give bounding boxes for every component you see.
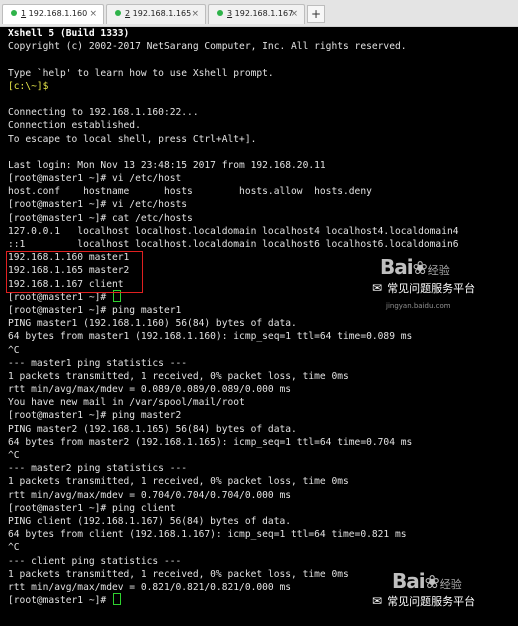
terminal-line-text: [root@master1 ~]# cat /etc/hosts <box>8 212 193 224</box>
terminal-line: [c:\~]$ <box>8 80 459 93</box>
terminal-line-text: You have new mail in /var/spool/mail/roo… <box>8 397 245 409</box>
terminal-line-text: [root@master1 ~]# <box>8 291 112 303</box>
terminal-line-text: --- client ping statistics --- <box>8 555 182 567</box>
terminal-line-text: Copyright (c) 2002-2017 NetSarang Comput… <box>8 41 407 53</box>
terminal-line-text: ^C <box>8 344 20 356</box>
terminal-line-text: rtt min/avg/max/mdev = 0.704/0.704/0.704… <box>8 489 292 501</box>
terminal-line-text: --- master2 ping statistics --- <box>8 463 188 475</box>
terminal-line: Connection established. <box>8 119 459 132</box>
terminal-line-text: [root@master1 ~]# vi /etc/host <box>8 173 182 185</box>
chat-bubble-icon: ✉ <box>372 281 383 295</box>
terminal-line-text: [c:\~]$ <box>8 80 49 92</box>
status-dot-icon <box>115 10 121 16</box>
chat-bubble-icon: ✉ <box>372 594 383 608</box>
terminal-output[interactable]: Xshell 5 (Build 1333) Copyright (c) 2002-… <box>0 27 518 626</box>
terminal-line: Copyright (c) 2002-2017 NetSarang Comput… <box>8 40 459 53</box>
terminal-line: To escape to local shell, press Ctrl+Alt… <box>8 133 459 146</box>
terminal-line-text: Xshell 5 (Build 1333) <box>8 28 130 39</box>
terminal-line: PING master2 (192.168.1.165) 56(84) byte… <box>8 423 459 436</box>
terminal-line: Last login: Mon Nov 13 23:48:15 2017 fro… <box>8 159 459 172</box>
terminal-line-text: PING master1 (192.168.1.160) 56(84) byte… <box>8 318 297 330</box>
terminal-line: 64 bytes from master1 (192.168.1.160): i… <box>8 330 459 343</box>
terminal-line: [root@master1 ~]# vi /etc/host <box>8 172 459 185</box>
terminal-line-text: host.conf hostname hosts hosts.allow hos… <box>8 186 372 198</box>
terminal-line: rtt min/avg/max/mdev = 0.704/0.704/0.704… <box>8 489 459 502</box>
terminal-line: PING client (192.168.1.167) 56(84) bytes… <box>8 515 459 528</box>
terminal-line: ^C <box>8 449 459 462</box>
terminal-line-text: 64 bytes from client (192.168.1.167): ic… <box>8 529 407 541</box>
terminal-line-text: 1 packets transmitted, 1 received, 0% pa… <box>8 370 349 382</box>
terminal-line-text: Last login: Mon Nov 13 23:48:15 2017 fro… <box>8 159 326 171</box>
terminal-line: [root@master1 ~]# vi /etc/hosts <box>8 198 459 211</box>
terminal-line-text: 1 packets transmitted, 1 received, 0% pa… <box>8 476 349 488</box>
terminal-line: rtt min/avg/max/mdev = 0.089/0.089/0.089… <box>8 383 459 396</box>
watermark-top: Bai❀经验 <box>380 255 450 279</box>
terminal-line-text: 127.0.0.1 localhost localhost.localdomai… <box>8 225 459 237</box>
watermark-top-site: jingyan.baidu.com <box>386 302 451 310</box>
terminal-line-text: 1 packets transmitted, 1 received, 0% pa… <box>8 568 349 580</box>
watermark-bottom-caption: ✉ 常见问题服务平台 <box>372 594 476 608</box>
terminal-line: Type `help' to learn how to use Xshell p… <box>8 67 459 80</box>
terminal-line-text: Type `help' to learn how to use Xshell p… <box>8 67 274 79</box>
status-dot-icon <box>11 10 17 16</box>
terminal-line-text: [root@master1 ~]# vi /etc/hosts <box>8 199 188 211</box>
terminal-line-text: [root@master1 ~]# <box>8 595 112 607</box>
terminal-line-text: 64 bytes from master1 (192.168.1.160): i… <box>8 331 413 343</box>
close-icon[interactable]: × <box>290 5 298 23</box>
terminal-line-text: Connecting to 192.168.1.160:22... <box>8 107 199 119</box>
terminal-line: --- master2 ping statistics --- <box>8 462 459 475</box>
terminal-line: 127.0.0.1 localhost localhost.localdomai… <box>8 225 459 238</box>
terminal-line: You have new mail in /var/spool/mail/roo… <box>8 396 459 409</box>
close-icon[interactable]: × <box>89 5 97 23</box>
terminal-line-text: [root@master1 ~]# ping client <box>8 502 176 514</box>
terminal-line-text: [root@master1 ~]# ping master1 <box>8 304 182 316</box>
terminal-line-text: 64 bytes from master2 (192.168.1.165): i… <box>8 436 413 448</box>
terminal-line: Connecting to 192.168.1.160:22... <box>8 106 459 119</box>
terminal-line: 64 bytes from master2 (192.168.1.165): i… <box>8 436 459 449</box>
terminal-line: 64 bytes from client (192.168.1.167): ic… <box>8 528 459 541</box>
close-icon[interactable]: × <box>191 5 199 23</box>
terminal-line: --- client ping statistics --- <box>8 555 459 568</box>
terminal-line-text: rtt min/avg/max/mdev = 0.089/0.089/0.089… <box>8 384 292 396</box>
terminal-line: Xshell 5 (Build 1333) <box>8 27 459 40</box>
terminal-line: [root@master1 ~]# ping client <box>8 502 459 515</box>
terminal-line: 1 packets transmitted, 1 received, 0% pa… <box>8 370 459 383</box>
terminal-lines: Xshell 5 (Build 1333) Copyright (c) 2002-… <box>8 27 459 607</box>
terminal-line-text: rtt min/avg/max/mdev = 0.821/0.821/0.821… <box>8 581 292 593</box>
terminal-line-text: PING client (192.168.1.167) 56(84) bytes… <box>8 515 292 527</box>
terminal-line: 1 packets transmitted, 1 received, 0% pa… <box>8 568 459 581</box>
paw-icon: ❀ <box>412 258 428 279</box>
terminal-line: 1 packets transmitted, 1 received, 0% pa… <box>8 475 459 488</box>
terminal-line-text: PING master2 (192.168.1.165) 56(84) byte… <box>8 423 297 435</box>
terminal-line-text: ^C <box>8 542 20 554</box>
session-tab-2[interactable]: 2 192.168.1.165 × <box>106 4 206 24</box>
terminal-line: [root@master1 ~]# cat /etc/hosts <box>8 212 459 225</box>
cursor-icon <box>112 593 121 606</box>
session-tab-3[interactable]: 3 192.168.1.167 × <box>208 4 305 24</box>
tab-bar: 1 192.168.1.160 × 2 192.168.1.165 × 3 19… <box>0 0 518 27</box>
terminal-line-text: Connection established. <box>8 120 141 132</box>
terminal-line-text: To escape to local shell, press Ctrl+Alt… <box>8 133 257 145</box>
terminal-line: ^C <box>8 541 459 554</box>
session-tab-1[interactable]: 1 192.168.1.160 × <box>2 4 104 24</box>
terminal-line-text: --- master1 ping statistics --- <box>8 357 188 369</box>
terminal-line: ::1 localhost localhost.localdomain loca… <box>8 238 459 251</box>
terminal-line: [root@master1 ~]# ping master2 <box>8 409 459 422</box>
terminal-line: PING master1 (192.168.1.160) 56(84) byte… <box>8 317 459 330</box>
terminal-line-text: ::1 localhost localhost.localdomain loca… <box>8 239 459 250</box>
status-dot-icon <box>217 10 223 16</box>
terminal-line: ^C <box>8 344 459 357</box>
add-tab-button[interactable]: + <box>307 5 325 23</box>
terminal-line: --- master1 ping statistics --- <box>8 357 459 370</box>
terminal-line: host.conf hostname hosts hosts.allow hos… <box>8 185 459 198</box>
terminal-line-text: ^C <box>8 450 20 461</box>
terminal-line-text: [root@master1 ~]# ping master2 <box>8 410 182 422</box>
highlight-box <box>6 251 143 293</box>
